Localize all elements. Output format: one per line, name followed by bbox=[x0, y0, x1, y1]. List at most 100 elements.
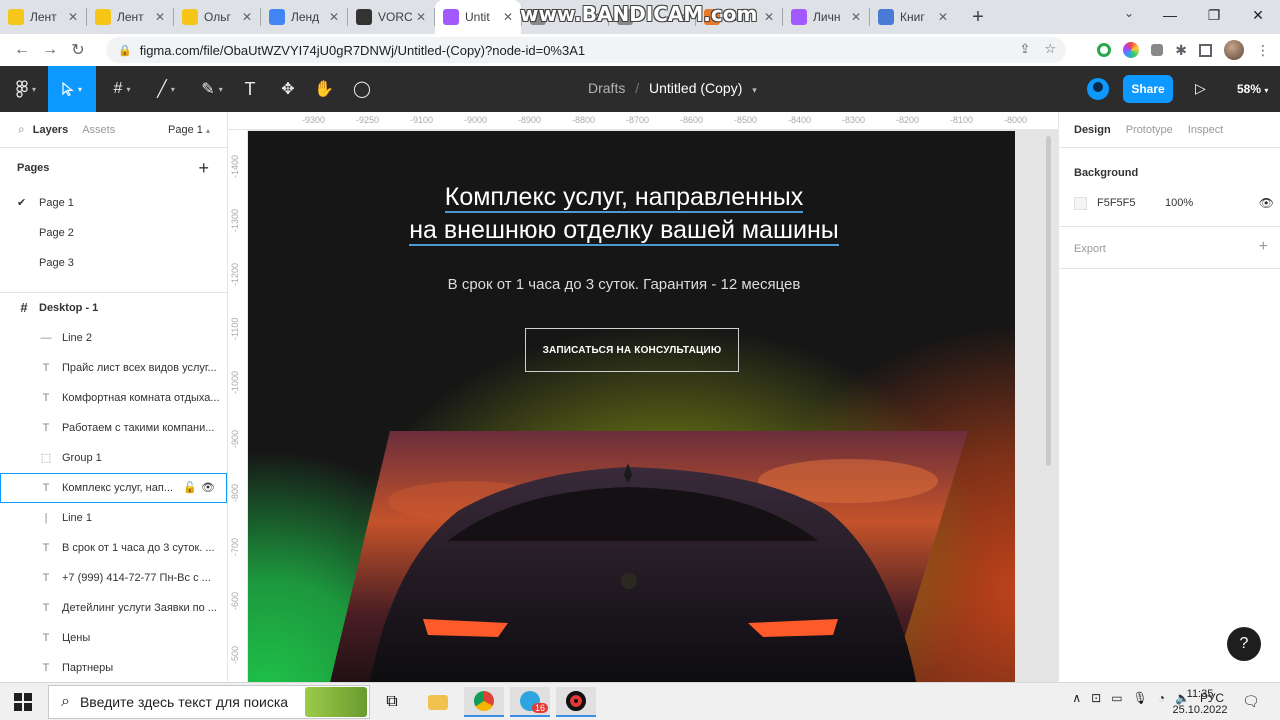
layer-row[interactable]: T Работаем с такими компани... bbox=[0, 413, 227, 443]
add-page-button[interactable]: + bbox=[198, 158, 209, 179]
clock[interactable]: 11:35 25.10.2022 bbox=[1170, 686, 1230, 718]
chrome-taskbar-icon[interactable] bbox=[464, 687, 504, 717]
extension-pen-icon[interactable] bbox=[1151, 44, 1164, 56]
tab-close-icon[interactable]: ✕ bbox=[851, 10, 861, 24]
file-name[interactable]: Untitled (Copy) bbox=[649, 80, 742, 96]
desktop-frame[interactable]: Комплекс услуг, направленных на внешнюю … bbox=[248, 131, 1015, 682]
tab-close-icon[interactable]: ✕ bbox=[242, 10, 252, 24]
canvas-scrollbar[interactable] bbox=[1046, 136, 1051, 466]
task-view-icon[interactable]: ⧉ bbox=[372, 687, 412, 717]
page-item[interactable]: Page 3 bbox=[0, 248, 227, 278]
bookmark-star-icon[interactable]: ☆ bbox=[1044, 41, 1056, 57]
layer-row[interactable]: T В срок от 1 часа до 3 суток. ... bbox=[0, 533, 227, 563]
tab-close-icon[interactable]: ✕ bbox=[503, 10, 513, 24]
browser-tab[interactable]: Untit ✕ bbox=[435, 0, 521, 34]
reload-icon[interactable]: ↻ bbox=[64, 40, 92, 60]
main-menu-icon[interactable]: ▾ bbox=[6, 66, 46, 112]
eye-icon[interactable]: 👁 bbox=[201, 473, 215, 503]
browser-tab[interactable]: Лент ✕ bbox=[87, 0, 173, 34]
layer-row[interactable]: T Партнеры bbox=[0, 653, 227, 682]
page-item[interactable]: ✔ Page 1 bbox=[0, 188, 227, 218]
layer-row[interactable]: T +7 (999) 414-72-77 Пн-Вс с ... bbox=[0, 563, 227, 593]
tab-close-icon[interactable]: ✕ bbox=[329, 10, 339, 24]
forward-icon[interactable]: → bbox=[36, 41, 64, 59]
breadcrumb-drafts[interactable]: Drafts bbox=[588, 80, 625, 96]
tab-layers[interactable]: Layers bbox=[33, 124, 68, 136]
layer-row[interactable]: T Комплекс услуг, нап... 🔓 👁 bbox=[0, 473, 227, 503]
microphone-icon[interactable]: 🎙 bbox=[1133, 691, 1148, 705]
add-export-button[interactable]: + bbox=[1259, 238, 1268, 256]
layer-row[interactable]: | Line 1 bbox=[0, 503, 227, 533]
layer-row[interactable]: T Детейлинг услуги Заявки по ... bbox=[0, 593, 227, 623]
tab-assets[interactable]: Assets bbox=[82, 124, 115, 136]
browser-tab[interactable]: Ольг ✕ bbox=[174, 0, 260, 34]
pen-line-tool-icon[interactable]: ╱ ▾ bbox=[146, 66, 186, 112]
lock-icon[interactable]: 🔒 bbox=[118, 44, 132, 57]
move-tool-button[interactable]: ▾ bbox=[48, 66, 96, 112]
tab-close-icon[interactable]: ✕ bbox=[416, 10, 426, 24]
comment-tool-icon[interactable]: ◯ bbox=[348, 66, 376, 112]
present-play-icon[interactable]: ▷ bbox=[1195, 80, 1206, 97]
text-tool-icon[interactable]: T bbox=[236, 66, 264, 112]
chrome-menu-icon[interactable]: ⋮ bbox=[1256, 42, 1270, 59]
tab-design[interactable]: Design bbox=[1074, 124, 1111, 136]
hero-subtitle[interactable]: В срок от 1 часа до 3 суток. Гарантия - … bbox=[248, 276, 1000, 293]
layer-row[interactable]: T Комфортная комната отдыха... bbox=[0, 383, 227, 413]
help-button[interactable]: ? bbox=[1227, 627, 1261, 661]
profile-avatar[interactable] bbox=[1224, 40, 1244, 60]
browser-tab[interactable]: Лент ✕ bbox=[0, 0, 86, 34]
consultation-button[interactable]: ЗАПИСАТЬСЯ НА КОНСУЛЬТАЦИЮ bbox=[525, 328, 739, 372]
unlock-icon[interactable]: 🔓 bbox=[183, 473, 197, 503]
meet-now-icon[interactable]: ⊡ bbox=[1091, 691, 1101, 705]
hero-title[interactable]: Комплекс услуг, направленных на внешнюю … bbox=[248, 181, 1000, 247]
background-hex-input[interactable]: F5F5F5 bbox=[1097, 197, 1165, 209]
extension-green-icon[interactable] bbox=[1097, 43, 1112, 57]
car-photo[interactable] bbox=[328, 431, 968, 682]
tab-close-icon[interactable]: ✕ bbox=[155, 10, 165, 24]
tab-close-icon[interactable]: ✕ bbox=[68, 10, 78, 24]
browser-tab[interactable]: Ленд ✕ bbox=[261, 0, 347, 34]
zoom-level[interactable]: 58% ▾ bbox=[1237, 82, 1268, 96]
side-panel-icon[interactable] bbox=[1199, 43, 1212, 57]
wifi-icon[interactable]: ◔ bbox=[1158, 691, 1165, 705]
page-item[interactable]: Page 2 bbox=[0, 218, 227, 248]
new-tab-button[interactable]: + bbox=[966, 6, 990, 29]
layer-row[interactable]: ⬚ Group 1 bbox=[0, 443, 227, 473]
file-menu-chevron-icon[interactable]: ▾ bbox=[752, 85, 757, 95]
search-layers-icon[interactable]: ⌕ bbox=[18, 122, 25, 137]
background-color-swatch[interactable] bbox=[1074, 196, 1087, 210]
pen-tool-icon[interactable]: ✎ ▾ bbox=[192, 66, 232, 112]
share-page-icon[interactable]: ⇪ bbox=[1019, 41, 1030, 57]
close-window-button[interactable]: ✕ bbox=[1236, 0, 1280, 30]
background-opacity-input[interactable]: 100% bbox=[1165, 197, 1193, 209]
tab-search-icon[interactable]: ⌄ bbox=[1124, 6, 1134, 20]
layer-row[interactable]: T Цены bbox=[0, 623, 227, 653]
frame-tool-icon[interactable]: # ▾ bbox=[104, 66, 140, 112]
eye-icon[interactable]: 👁 bbox=[1259, 196, 1274, 210]
components-icon[interactable]: ✥ bbox=[274, 66, 302, 112]
extension-color-icon[interactable] bbox=[1123, 42, 1140, 58]
minimize-button[interactable]: — bbox=[1148, 0, 1192, 30]
notifications-icon[interactable]: 🗨 bbox=[1242, 693, 1260, 710]
layer-row[interactable]: — Line 2 bbox=[0, 323, 227, 353]
network-icon[interactable]: ▭ bbox=[1111, 691, 1122, 705]
file-explorer-icon[interactable] bbox=[418, 687, 458, 717]
tray-expand-icon[interactable]: ∧ bbox=[1072, 691, 1081, 705]
maximize-button[interactable]: ❐ bbox=[1192, 0, 1236, 30]
recorder-taskbar-icon[interactable] bbox=[556, 687, 596, 717]
browser-tab[interactable]: Книг ✕ bbox=[870, 0, 956, 34]
windows-start-icon[interactable] bbox=[14, 693, 32, 711]
page-selector[interactable]: Page 1 ▴ bbox=[168, 124, 210, 136]
layer-row[interactable]: T Прайс лист всех видов услуг... bbox=[0, 353, 227, 383]
tab-inspect[interactable]: Inspect bbox=[1188, 124, 1223, 136]
extensions-puzzle-icon[interactable]: ✱ bbox=[1175, 42, 1187, 59]
browser-tab[interactable]: VORC ✕ bbox=[348, 0, 434, 34]
hand-tool-icon[interactable]: ✋ bbox=[310, 66, 338, 112]
tab-prototype[interactable]: Prototype bbox=[1126, 124, 1173, 136]
share-button[interactable]: Share bbox=[1123, 75, 1173, 103]
frame-layer[interactable]: # Desktop - 1 bbox=[0, 293, 227, 323]
telegram-taskbar-icon[interactable]: 16 bbox=[510, 687, 550, 717]
taskbar-search-box[interactable]: ⌕ Введите здесь текст для поиска bbox=[48, 685, 370, 719]
url-text[interactable]: figma.com/file/ObaUtWZVYI74jU0gR7DNWj/Un… bbox=[140, 43, 585, 58]
browser-tab[interactable]: Личн ✕ bbox=[783, 0, 869, 34]
